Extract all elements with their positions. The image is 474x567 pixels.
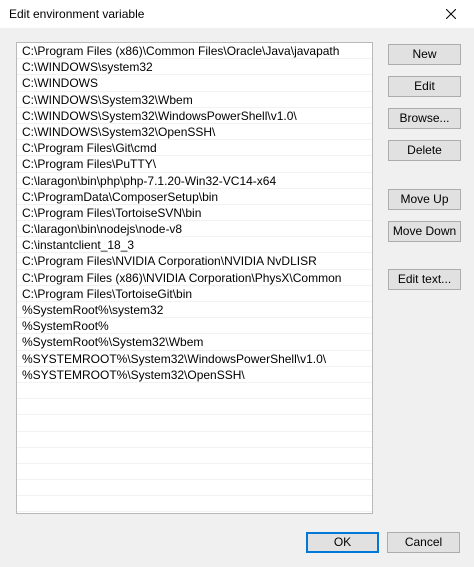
list-item[interactable]: C:\WINDOWS xyxy=(17,75,372,92)
move-down-button[interactable]: Move Down xyxy=(388,221,461,242)
list-item[interactable] xyxy=(17,399,372,416)
list-item[interactable]: C:\WINDOWS\System32\Wbem xyxy=(17,92,372,108)
list-item[interactable]: %SystemRoot%\system32 xyxy=(17,302,372,319)
list-item[interactable]: C:\WINDOWS\system32 xyxy=(17,59,372,76)
list-item[interactable]: %SystemRoot%\System32\Wbem xyxy=(17,334,372,351)
list-item[interactable]: C:\Program Files (x86)\NVIDIA Corporatio… xyxy=(17,270,372,286)
new-button[interactable]: New xyxy=(388,44,461,65)
list-item[interactable]: C:\laragon\bin\php\php-7.1.20-Win32-VC14… xyxy=(17,173,372,189)
ok-button[interactable]: OK xyxy=(306,532,379,553)
list-item[interactable] xyxy=(17,480,372,497)
list-item[interactable]: %SYSTEMROOT%\System32\WindowsPowerShell\… xyxy=(17,351,372,367)
edit-environment-variable-dialog: Edit environment variable C:\Program Fil… xyxy=(0,0,474,567)
edit-text-button[interactable]: Edit text... xyxy=(388,269,461,290)
list-item[interactable]: C:\ProgramData\ComposerSetup\bin xyxy=(17,189,372,205)
list-item[interactable]: C:\Program Files\Git\cmd xyxy=(17,140,372,157)
list-item[interactable]: C:\Program Files\PuTTY\ xyxy=(17,156,372,173)
list-item[interactable] xyxy=(17,448,372,464)
list-item[interactable] xyxy=(17,415,372,432)
path-list[interactable]: C:\Program Files (x86)\Common Files\Orac… xyxy=(16,42,373,514)
list-item[interactable]: C:\Program Files (x86)\Common Files\Orac… xyxy=(17,43,372,60)
list-item[interactable] xyxy=(17,464,372,481)
list-item[interactable]: C:\Program Files\TortoiseSVN\bin xyxy=(17,205,372,222)
list-item[interactable] xyxy=(17,383,372,400)
list-item[interactable] xyxy=(17,432,372,448)
list-item[interactable]: C:\WINDOWS\System32\WindowsPowerShell\v1… xyxy=(17,108,372,124)
window-title: Edit environment variable xyxy=(9,7,145,21)
edit-button[interactable]: Edit xyxy=(388,76,461,97)
list-item[interactable]: %SYSTEMROOT%\System32\OpenSSH\ xyxy=(17,367,372,383)
browse-button[interactable]: Browse... xyxy=(388,108,461,129)
list-item[interactable]: C:\instantclient_18_3 xyxy=(17,237,372,254)
cancel-button[interactable]: Cancel xyxy=(387,532,460,553)
delete-button[interactable]: Delete xyxy=(388,140,461,161)
title-bar: Edit environment variable xyxy=(0,0,474,28)
list-item[interactable]: %SystemRoot% xyxy=(17,318,372,335)
move-up-button[interactable]: Move Up xyxy=(388,189,461,210)
list-item[interactable]: C:\Program Files\TortoiseGit\bin xyxy=(17,286,372,302)
list-item[interactable] xyxy=(17,496,372,513)
close-button[interactable] xyxy=(428,0,474,28)
list-item[interactable]: C:\WINDOWS\System32\OpenSSH\ xyxy=(17,124,372,141)
close-icon xyxy=(446,9,456,19)
list-item[interactable]: C:\Program Files\NVIDIA Corporation\NVID… xyxy=(17,253,372,270)
list-item[interactable]: C:\laragon\bin\nodejs\node-v8 xyxy=(17,221,372,238)
